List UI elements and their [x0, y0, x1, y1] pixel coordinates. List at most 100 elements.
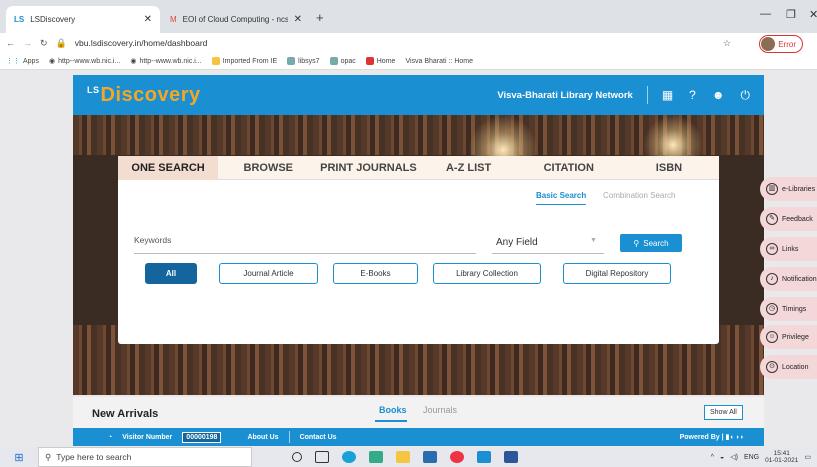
tab-journals[interactable]: Journals [423, 405, 457, 415]
app-icon[interactable] [369, 451, 383, 463]
store-icon[interactable] [423, 451, 437, 463]
edge-icon[interactable] [342, 451, 356, 463]
bookmark-item[interactable]: ◉ http--www.wb.nic.i... [130, 57, 201, 66]
tab-isbn[interactable]: ISBN [619, 156, 719, 180]
bookmarks-bar: ⋮⋮ Apps ◉ http--www.wb.nic.i... ◉ http--www… [0, 53, 817, 70]
side-privilege[interactable]: ☺ Privilege [760, 325, 817, 349]
search-button[interactable]: ⚲ Search [620, 234, 682, 252]
show-all-button[interactable]: Show All [704, 405, 743, 420]
tab-gmail[interactable]: M EOI of Cloud Computing - ncsal ✕ [162, 6, 310, 33]
chevron-up-icon[interactable]: ^ [711, 454, 714, 461]
bookmark-label: Imported From IE [222, 57, 278, 65]
site-footer: ◔ Visitor Number 00000198 About Us Conta… [73, 428, 764, 446]
clock-time: 15:41 [773, 450, 790, 457]
bookmark-item[interactable]: opac [329, 57, 356, 65]
chevron-down-icon[interactable]: ▼ [590, 237, 597, 244]
bookmark-folder[interactable]: Imported From IE [211, 57, 278, 65]
location-icon: ⊙ [766, 361, 778, 373]
error-label: Error [778, 39, 796, 49]
tab-lsdiscovery[interactable]: LS LSDiscovery ✕ [6, 6, 160, 33]
system-tray: ^ ◒ ◁) ENG 15:41 01-01-2021 ▭ [711, 450, 817, 464]
tab-citation[interactable]: CITATION [519, 156, 619, 180]
filter-all[interactable]: All [145, 263, 197, 284]
about-link[interactable]: About Us [247, 434, 278, 441]
rss-icon[interactable]: ◔ [108, 434, 112, 441]
close-icon[interactable]: ✕ [294, 14, 302, 25]
side-notification[interactable]: ♪ Notification [760, 267, 817, 291]
bookmark-item[interactable]: Visva Bharati :: Home [405, 58, 473, 65]
powered-by: Powered By | ▮◖ ◗◗ [679, 434, 744, 441]
qr-code-icon[interactable]: ▦ [662, 88, 673, 102]
new-arrivals-bar [73, 397, 764, 428]
basic-search-tab[interactable]: Basic Search [536, 191, 587, 205]
reload-icon[interactable]: ↻ [40, 38, 48, 49]
side-location[interactable]: ⊙ Location [760, 355, 817, 379]
language-indicator[interactable]: ENG [744, 454, 759, 461]
restore-button[interactable]: ❐ [786, 8, 796, 21]
side-label: Privilege [782, 333, 809, 341]
network-icon[interactable]: ◒ [720, 454, 724, 461]
bookmark-item[interactable]: Home [365, 57, 396, 65]
keywords-input[interactable]: Keywords [134, 235, 171, 245]
globe-icon: ◉ [130, 58, 137, 65]
url-field[interactable]: vbu.lsdiscovery.in/home/dashboard [75, 38, 208, 48]
side-feedback[interactable]: ✎ Feedback [760, 207, 817, 231]
close-window-button[interactable]: ✕ [809, 8, 817, 21]
file-explorer-icon[interactable] [396, 451, 410, 463]
windows-taskbar: ⊞ ⚲ Type here to search ^ ◒ ◁) ENG 15:41 0… [0, 447, 817, 467]
close-icon[interactable]: ✕ [144, 14, 152, 25]
site-header: LSDiscovery Visva-Bharati Library Networ… [73, 75, 764, 115]
bookmark-item[interactable]: libsys7 [287, 57, 320, 65]
bookmark-item[interactable]: ◉ http--www.wb.nic.i... [49, 57, 120, 66]
chrome-icon[interactable] [450, 451, 464, 463]
books-tab-indicator [375, 420, 407, 422]
logo-ls: LS [87, 84, 100, 95]
profile-error-button[interactable]: Error [759, 35, 803, 53]
tab-title: EOI of Cloud Computing - ncsal [182, 15, 288, 24]
user-icon[interactable]: ☻ [712, 88, 725, 102]
word-icon[interactable] [504, 451, 518, 463]
gmail-icon: M [170, 15, 177, 24]
notification-icon[interactable]: ▭ [804, 453, 811, 461]
filter-e-books[interactable]: E-Books [333, 263, 418, 284]
tab-print-journals[interactable]: PRINT JOURNALS [318, 156, 418, 180]
bookmark-label: Apps [23, 57, 39, 65]
search-icon: ⚲ [45, 451, 52, 462]
side-links[interactable]: ∞ Links [760, 237, 817, 261]
contact-link[interactable]: Contact Us [300, 434, 337, 441]
side-e-libraries[interactable]: ▥ e-Libraries [760, 177, 817, 201]
search-icon: ⚲ [633, 238, 640, 248]
bookmark-label: libsys7 [298, 57, 320, 65]
field-select[interactable]: Any Field [496, 237, 538, 248]
cortana-icon[interactable] [292, 452, 302, 462]
filter-library-collection[interactable]: Library Collection [433, 263, 541, 284]
bookmark-label: Home [376, 57, 396, 65]
task-view-icon[interactable] [315, 451, 329, 463]
volume-icon[interactable]: ◁) [730, 453, 738, 461]
lsdiscovery-logo[interactable]: LSDiscovery [87, 84, 201, 107]
help-icon[interactable]: ? [689, 88, 696, 102]
mail-icon[interactable] [477, 451, 491, 463]
filter-digital-repository[interactable]: Digital Repository [563, 263, 671, 284]
bookmark-apps[interactable]: ⋮⋮ Apps [6, 57, 39, 66]
tab-browse[interactable]: BROWSE [218, 156, 318, 180]
star-icon[interactable]: ☆ [723, 38, 731, 49]
tab-a-z-list[interactable]: A-Z LIST [419, 156, 519, 180]
vendor-logo: ▮◖ ◗◗ [725, 434, 744, 441]
new-tab-button[interactable]: + [316, 10, 324, 25]
back-icon[interactable]: ← [6, 38, 15, 48]
forward-icon[interactable]: → [23, 38, 32, 48]
combination-search-tab[interactable]: Combination Search [603, 191, 675, 200]
clock[interactable]: 15:41 01-01-2021 [765, 450, 798, 464]
library-icon: ▥ [766, 183, 778, 195]
tab-books[interactable]: Books [379, 405, 407, 415]
minimize-button[interactable]: — [760, 8, 771, 20]
filter-journal-article[interactable]: Journal Article [219, 263, 318, 284]
taskbar-search[interactable]: ⚲ Type here to search [38, 447, 252, 467]
side-label: Timings [782, 305, 807, 313]
keywords-underline [134, 253, 476, 254]
power-icon[interactable]: ⏻ [741, 88, 751, 103]
windows-start-icon[interactable]: ⊞ [0, 451, 38, 464]
tab-one-search[interactable]: ONE SEARCH [118, 155, 219, 180]
side-timings[interactable]: ◷ Timings [760, 297, 817, 321]
